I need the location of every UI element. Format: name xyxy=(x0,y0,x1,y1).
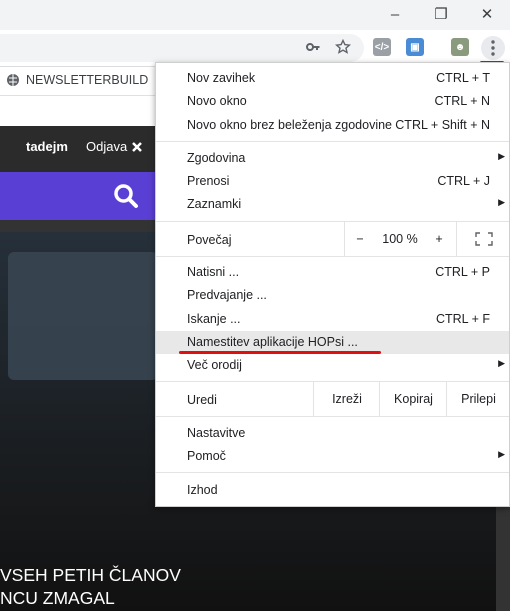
star-icon[interactable] xyxy=(332,36,354,58)
menu-item-settings[interactable]: Nastavitve xyxy=(156,422,509,445)
title-bar: – ❐ ✕ xyxy=(0,0,510,30)
menu-label: Uredi xyxy=(187,393,217,407)
fullscreen-icon xyxy=(474,232,493,246)
cut-label: Izreži xyxy=(332,392,362,406)
minus-icon: − xyxy=(356,232,364,246)
logout-link[interactable]: Odjava xyxy=(86,139,143,154)
blue-extension-icon[interactable]: ▣ xyxy=(406,38,424,56)
menu-item-exit[interactable]: Izhod xyxy=(156,479,509,502)
hero-screen-panel xyxy=(8,252,158,380)
menu-item-bookmarks[interactable]: Zaznamki ▶ xyxy=(156,193,509,216)
submenu-arrow-icon: ▶ xyxy=(498,197,505,207)
menu-item-edit: Uredi Izreži Kopiraj Prilepi xyxy=(156,382,509,416)
chrome-main-menu: Nov zavihek CTRL + T Novo okno CTRL + N … xyxy=(155,62,510,507)
menu-shortcut: CTRL + P xyxy=(435,265,490,279)
headline-line-2: NCU ZMAGAL xyxy=(0,588,115,608)
menu-separator xyxy=(156,472,509,473)
menu-item-help[interactable]: Pomoč ▶ xyxy=(156,445,509,468)
menu-label: Izhod xyxy=(187,483,218,497)
menu-shortcut: CTRL + J xyxy=(437,174,490,188)
menu-item-new-tab[interactable]: Nov zavihek CTRL + T xyxy=(156,67,509,90)
menu-separator xyxy=(156,416,509,417)
menu-shortcut: CTRL + F xyxy=(435,312,490,326)
close-window-button[interactable]: ✕ xyxy=(464,0,510,28)
avatar-extension-icon[interactable]: ☻ xyxy=(451,38,469,56)
menu-item-downloads[interactable]: Prenosi CTRL + J xyxy=(156,170,509,193)
article-headline[interactable]: VSEH PETIH ČLANOV NCU ZMAGAL xyxy=(0,564,181,610)
menu-item-incognito[interactable]: Novo okno brez beleženja zgodovine CTRL … xyxy=(156,114,509,137)
menu-label: Prenosi xyxy=(187,174,230,188)
restore-button[interactable]: ❐ xyxy=(418,0,464,28)
submenu-arrow-icon: ▶ xyxy=(498,151,505,161)
menu-item-new-window[interactable]: Novo okno CTRL + N xyxy=(156,90,509,113)
menu-label: Iskanje ... xyxy=(187,312,241,326)
menu-label: Novo okno brez beleženja zgodovine xyxy=(187,118,392,132)
key-icon[interactable] xyxy=(302,36,324,58)
menu-label: Novo okno xyxy=(187,94,247,108)
zoom-value: 100 % xyxy=(382,232,418,246)
search-icon[interactable] xyxy=(113,183,139,209)
menu-shortcut: CTRL + N xyxy=(434,94,490,108)
minimize-icon: – xyxy=(390,5,400,23)
menu-label: Več orodij xyxy=(187,358,242,372)
menu-label: Zaznamki xyxy=(187,197,242,211)
copy-label: Kopiraj xyxy=(394,392,433,406)
menu-separator xyxy=(156,141,509,142)
menu-label: Povečaj xyxy=(187,233,232,247)
plus-icon: + xyxy=(435,232,443,246)
restore-icon: ❐ xyxy=(434,6,448,23)
close-icon xyxy=(132,141,143,152)
menu-dots-icon[interactable] xyxy=(481,36,505,60)
minimize-button[interactable]: – xyxy=(372,0,418,28)
menu-item-history[interactable]: Zgodovina ▶ xyxy=(156,147,509,170)
zoom-out-button[interactable]: − xyxy=(344,222,375,256)
paste-button[interactable]: Prilepi xyxy=(446,382,510,416)
menu-shortcut: CTRL + T xyxy=(436,71,490,85)
fullscreen-button[interactable] xyxy=(456,222,510,256)
menu-item-cast[interactable]: Predvajanje ... xyxy=(156,284,509,307)
menu-label: Zgodovina xyxy=(187,151,246,165)
cut-button[interactable]: Izreži xyxy=(313,382,380,416)
menu-shortcut: CTRL + Shift + N xyxy=(395,118,490,132)
zoom-level: 100 % xyxy=(374,222,426,256)
menu-label: Nov zavihek xyxy=(187,71,256,85)
copy-button[interactable]: Kopiraj xyxy=(379,382,447,416)
menu-label: Namestitev aplikacije HOPsi ... xyxy=(187,335,358,349)
username[interactable]: tadejm xyxy=(26,139,68,154)
menu-separator xyxy=(156,256,509,257)
paste-label: Prilepi xyxy=(461,392,496,406)
menu-label: Nastavitve xyxy=(187,426,246,440)
menu-item-zoom: Povečaj − 100 % + xyxy=(156,222,509,256)
headline-line-1: VSEH PETIH ČLANOV xyxy=(0,565,181,585)
bookmark-newsletterbuild[interactable]: NEWSLETTERBUILD xyxy=(6,73,148,87)
menu-label: Pomoč xyxy=(187,449,226,463)
menu-item-find[interactable]: Iskanje ... CTRL + F xyxy=(156,308,509,331)
submenu-arrow-icon: ▶ xyxy=(498,449,505,459)
bookmark-label: NEWSLETTERBUILD xyxy=(26,73,149,87)
menu-item-more-tools[interactable]: Več orodij ▶ xyxy=(156,354,509,377)
zoom-in-button[interactable]: + xyxy=(426,222,452,256)
close-icon: ✕ xyxy=(480,6,494,23)
logout-label: Odjava xyxy=(86,139,128,154)
menu-label: Predvajanje ... xyxy=(187,288,267,302)
menu-label: Natisni ... xyxy=(187,265,240,279)
globe-icon xyxy=(7,74,19,86)
code-extension-icon[interactable]: </> xyxy=(373,38,391,56)
submenu-arrow-icon: ▶ xyxy=(498,358,505,368)
menu-item-print[interactable]: Natisni ... CTRL + P xyxy=(156,261,509,284)
